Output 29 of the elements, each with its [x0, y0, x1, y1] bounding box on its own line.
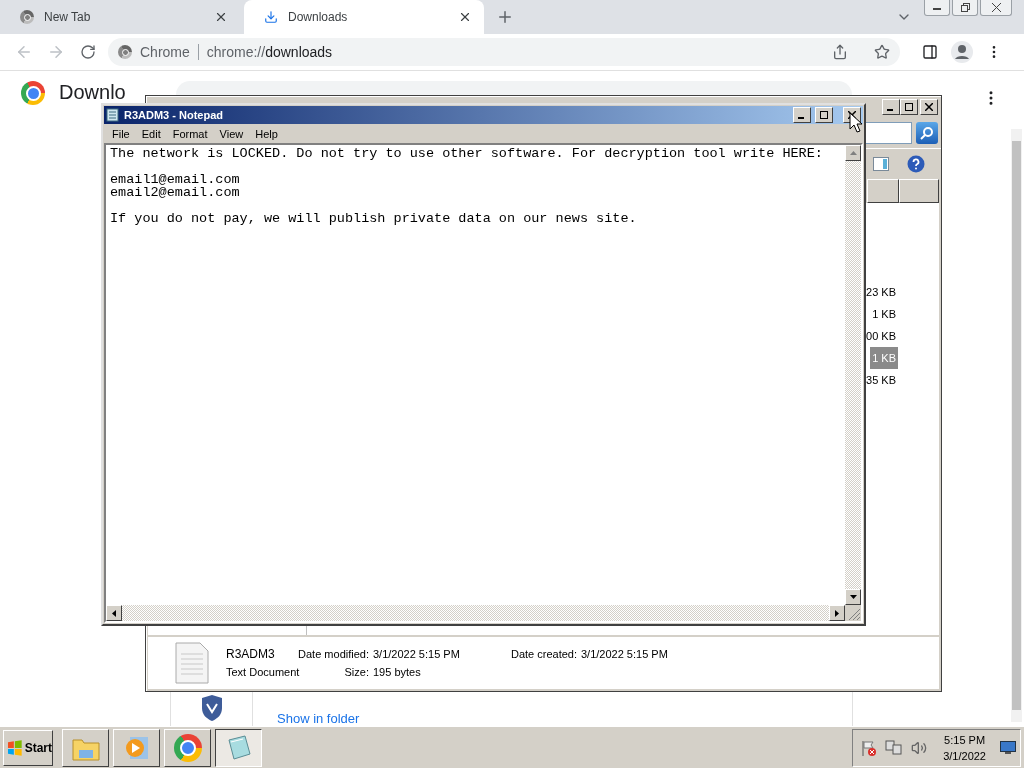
field-label: Size:: [344, 666, 370, 678]
field-label: Date created:: [510, 648, 578, 660]
menu-item[interactable]: Help: [249, 127, 284, 140]
clock[interactable]: 5:15 PM 3/1/2022: [943, 731, 986, 764]
site-name: Chrome: [140, 44, 190, 60]
menu-item[interactable]: File: [106, 127, 136, 140]
file-size[interactable]: 35 KB: [864, 369, 898, 391]
menu-item[interactable]: Edit: [135, 127, 167, 140]
field-value: 195 bytes: [373, 666, 421, 678]
url-text: chrome://downloads: [206, 44, 333, 60]
file-size[interactable]: 23 KB: [864, 281, 898, 303]
window-title: R3ADM3 - Notepad: [124, 109, 224, 121]
start-button[interactable]: Start: [3, 729, 53, 766]
menu-item[interactable]: Format: [166, 127, 214, 140]
page-title: Downlo: [59, 81, 126, 103]
field-value: 3/1/2022 5:15 PM: [581, 648, 668, 660]
field-value: 3/1/2022 5:15 PM: [373, 648, 460, 660]
file-name: R3ADM3: [226, 647, 275, 661]
menu-item[interactable]: View: [213, 127, 250, 140]
browser-tab[interactable]: New Tab: [0, 0, 240, 34]
field-label: Date modified:: [298, 648, 370, 660]
file-size[interactable]: 00 KB: [864, 325, 898, 347]
browser-tab[interactable]: Downloads: [244, 0, 484, 34]
tab-title: Downloads: [288, 10, 349, 24]
file-type: Text Document: [226, 666, 300, 678]
address-bar[interactable]: Chrome chrome://downloads: [108, 38, 900, 66]
tab-title: New Tab: [44, 10, 92, 24]
show-in-folder-link[interactable]: Show in folder: [277, 712, 360, 726]
file-size[interactable]: 1 KB: [870, 303, 898, 325]
